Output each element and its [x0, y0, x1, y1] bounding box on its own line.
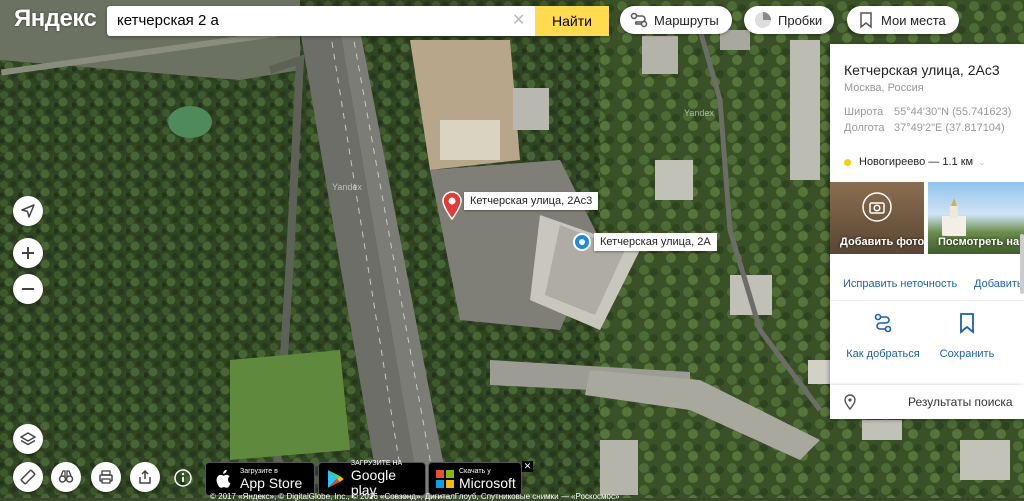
copyright-text: © 2017 «Яндекс», © DigitalGlobe, Inc., ©…: [210, 492, 620, 501]
route-icon: [630, 12, 648, 28]
save-action-label: Сохранить: [939, 348, 995, 360]
google-play-icon: [327, 470, 344, 488]
my-places-label: Мои места: [881, 12, 946, 28]
zoom-in-button[interactable]: [13, 238, 43, 268]
layers-icon: [20, 432, 36, 446]
blue-dot-icon[interactable]: [572, 232, 592, 252]
routes-button[interactable]: Маршруты: [620, 6, 732, 34]
divider: [830, 300, 1024, 301]
info-button[interactable]: [173, 468, 193, 488]
chevron-down-icon: ⌄: [978, 156, 986, 167]
routes-label: Маршруты: [654, 12, 719, 28]
traffic-icon: [755, 12, 771, 28]
add-link[interactable]: Добавить: [974, 278, 1023, 290]
info-icon: [174, 469, 192, 487]
marker-label-2ac3[interactable]: Кетчерская улица, 2Ас3: [464, 192, 599, 210]
panorama-button[interactable]: [51, 462, 81, 492]
search-results-label: Результаты поиска: [908, 395, 1013, 409]
layers-button[interactable]: [13, 424, 43, 454]
my-places-button[interactable]: Мои места: [847, 6, 959, 34]
microsoft-badge[interactable]: Скачать у Microsoft: [428, 462, 522, 496]
longitude-label: Долгота: [844, 122, 885, 134]
view-photos-tile[interactable]: Посмотреть на: [928, 182, 1024, 254]
route-action-label: Как добраться: [846, 348, 920, 360]
close-badges-icon[interactable]: ✕: [522, 461, 533, 472]
place-subtitle: Москва, Россия: [844, 82, 924, 94]
search-button[interactable]: Найти: [535, 6, 609, 36]
longitude-value: 37°49'2"E (37.817104): [894, 122, 1005, 134]
place-card: Кетчерская улица, 2Ас3 Москва, Россия Ши…: [830, 44, 1024, 390]
share-icon: [139, 469, 151, 484]
latitude-label: Широта: [844, 106, 884, 118]
church-photo-thumbnail: [942, 198, 966, 236]
windows-icon: [436, 470, 454, 488]
metro-dot-icon: [844, 158, 851, 166]
apple-icon: [216, 469, 231, 488]
microsoft-big: Microsoft: [459, 474, 516, 491]
yandex-logo[interactable]: Яндекс: [14, 5, 97, 33]
bookmark-icon: [960, 313, 974, 334]
zoom-out-button[interactable]: [13, 274, 43, 304]
minus-icon: [22, 288, 34, 290]
traffic-button[interactable]: Пробки: [744, 6, 834, 34]
map-watermark: Yandex: [684, 108, 714, 118]
scrollbar[interactable]: [1020, 234, 1024, 294]
red-pin-icon[interactable]: [441, 190, 463, 220]
plus-icon: [22, 247, 34, 259]
bookmark-icon: [860, 12, 872, 29]
search-results-bar[interactable]: Результаты поиска: [830, 385, 1024, 419]
search-input[interactable]: [117, 12, 507, 29]
view-photos-label: Посмотреть на: [938, 236, 1020, 248]
marker-label-2a[interactable]: Кетчерская улица, 2А: [594, 233, 717, 251]
location-arrow-icon: [21, 204, 35, 218]
add-photo-tile[interactable]: Добавить фото: [830, 182, 924, 254]
print-button[interactable]: [91, 462, 121, 492]
locate-button[interactable]: [13, 196, 43, 226]
add-photo-label: Добавить фото: [840, 236, 924, 248]
google-play-badge[interactable]: ЗАГРУЗИТЕ НА Google play: [318, 460, 426, 498]
route-action[interactable]: Как добраться: [838, 312, 928, 360]
metro-label: Новогиреево — 1.1 км: [859, 156, 974, 168]
place-title: Кетчерская улица, 2Ас3: [844, 62, 1000, 78]
clear-icon[interactable]: ✕: [512, 10, 525, 30]
route-icon: [874, 313, 892, 333]
fix-link[interactable]: Исправить неточность: [843, 278, 957, 290]
metro-station[interactable]: Новогиреево — 1.1 км ⌄: [844, 156, 986, 168]
printer-icon: [99, 470, 113, 484]
camera-icon: [862, 192, 892, 222]
latitude-value: 55°44'30"N (55.741623): [894, 106, 1012, 118]
map-watermark: Yandex: [332, 182, 362, 192]
share-button[interactable]: [130, 462, 160, 492]
ruler-button[interactable]: [13, 462, 43, 492]
location-pin-icon: [844, 394, 856, 410]
binoculars-icon: [58, 470, 74, 483]
search-bar: ✕ Найти: [107, 6, 609, 36]
ruler-icon: [20, 469, 36, 485]
save-action[interactable]: Сохранить: [922, 312, 1012, 360]
app-store-badge[interactable]: Загрузите в App Store: [205, 462, 315, 496]
app-store-big: App Store: [240, 474, 303, 491]
traffic-label: Пробки: [778, 12, 823, 28]
